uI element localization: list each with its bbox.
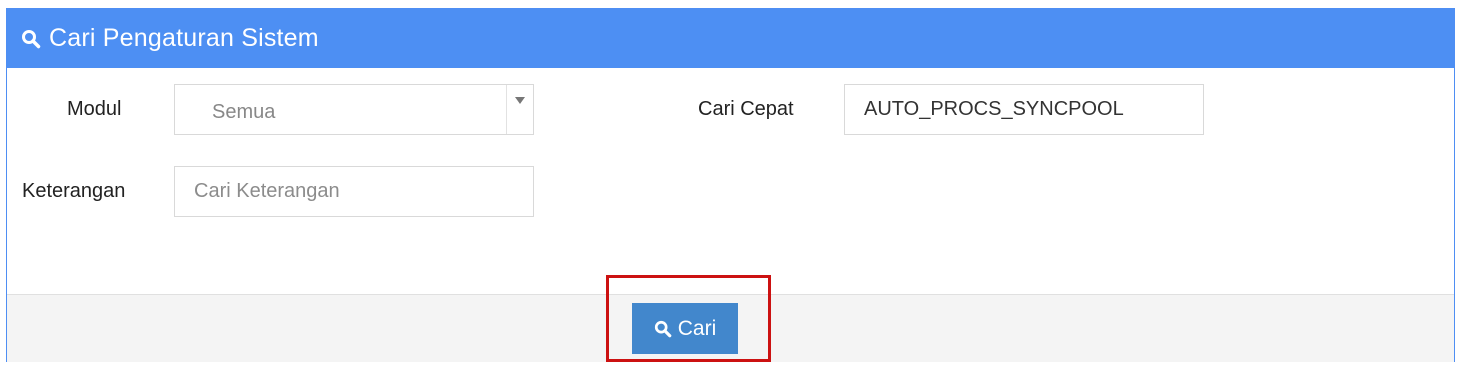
cari-cepat-field[interactable]: [844, 84, 1204, 135]
cari-cepat-label: Cari Cepat: [698, 98, 794, 120]
panel-header: Cari Pengaturan Sistem: [7, 9, 1454, 68]
chevron-down-icon[interactable]: [506, 85, 533, 134]
keterangan-field[interactable]: [174, 166, 534, 217]
search-icon: [654, 320, 672, 337]
keterangan-input[interactable]: [194, 167, 533, 216]
search-button[interactable]: Cari: [632, 303, 738, 354]
panel-title: Cari Pengaturan Sistem: [49, 24, 319, 52]
modul-selected-value: Semua: [212, 101, 276, 123]
keterangan-label: Keterangan: [22, 180, 126, 202]
modul-select[interactable]: Semua: [174, 84, 534, 135]
modul-label: Modul: [67, 98, 122, 120]
cari-cepat-input[interactable]: [864, 85, 1203, 134]
search-icon: [22, 29, 41, 48]
search-button-label: Cari: [677, 316, 717, 340]
